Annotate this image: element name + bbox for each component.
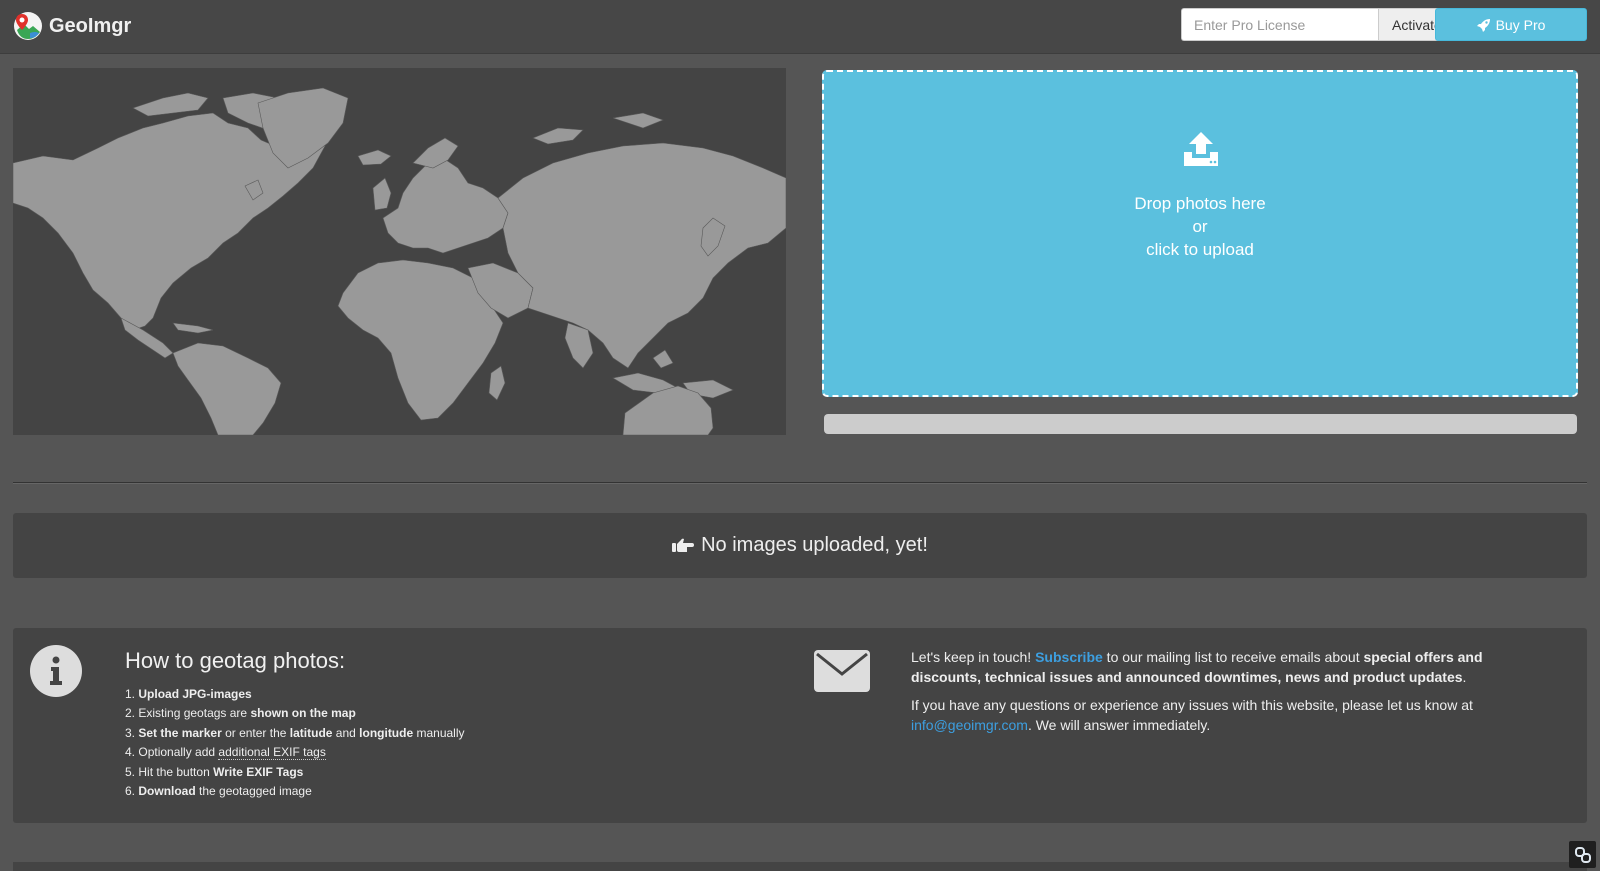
brand-name: GeoImgr — [49, 14, 132, 37]
howto-step: 4. Optionally add additional EXIF tags — [125, 745, 326, 761]
link-widget-button[interactable] — [1569, 841, 1596, 868]
email-link[interactable]: info@geoimgr.com — [911, 717, 1028, 733]
link-icon — [1574, 846, 1591, 863]
dropzone-line-2: or — [1192, 217, 1208, 236]
photo-dropzone[interactable]: Drop photos here or click to upload — [822, 70, 1578, 397]
south-america-shape — [172, 342, 282, 435]
howto-step: 2. Existing geotags are shown on the map — [125, 706, 356, 721]
envelope-icon — [814, 650, 870, 692]
upload-progress-bar — [824, 414, 1577, 434]
buy-pro-label: Buy Pro — [1495, 16, 1546, 33]
dropzone-line-3: click to upload — [1146, 240, 1254, 259]
asia-shape — [497, 142, 786, 369]
dropzone-line-1: Drop photos here — [1134, 194, 1266, 213]
upload-icon — [1184, 132, 1218, 166]
world-map[interactable] — [13, 68, 786, 435]
newsletter-paragraph: Let's keep in touch! Subscribe to our ma… — [911, 649, 1483, 685]
footer-panel — [13, 862, 1587, 871]
top-navbar: GeoImgr Activate Buy Pro — [0, 0, 1600, 54]
pro-license-input[interactable] — [1181, 8, 1378, 41]
dropzone-text: Drop photos here or click to upload — [824, 192, 1576, 261]
exif-tags-abbr[interactable]: additional EXIF tags — [218, 745, 326, 761]
hand-pointing-right-icon — [672, 538, 695, 552]
info-circle-icon — [30, 645, 82, 697]
buy-pro-button[interactable]: Buy Pro — [1435, 8, 1587, 41]
subscribe-link[interactable]: Subscribe — [1035, 649, 1103, 665]
howto-title: How to geotag photos: — [125, 648, 346, 673]
howto-step: 3. Set the marker or enter the latitude … — [125, 725, 465, 740]
geoimgr-logo-icon — [14, 12, 42, 40]
europe-shape — [382, 157, 509, 254]
divider — [13, 482, 1587, 484]
world-map-graphic — [13, 87, 786, 435]
howto-step: 5. Hit the button Write EXIF Tags — [125, 764, 304, 779]
no-images-alert: No images uploaded, yet! — [13, 513, 1587, 578]
brand[interactable]: GeoImgr — [13, 11, 131, 41]
rocket-icon — [1476, 18, 1490, 32]
info-panel: How to geotag photos: 1. Upload JPG-imag… — [13, 628, 1587, 823]
howto-step: 1. Upload JPG-images — [125, 687, 252, 701]
contact-text: Let's keep in touch! Subscribe to our ma… — [911, 648, 1551, 744]
howto-steps: 1. Upload JPG-images 2. Existing geotags… — [125, 685, 465, 801]
support-paragraph: If you have any questions or experience … — [911, 697, 1473, 733]
no-images-message: No images uploaded, yet! — [701, 534, 928, 556]
license-group: Activate — [1181, 8, 1456, 41]
howto-step: 6. Download the geotagged image — [125, 784, 312, 799]
